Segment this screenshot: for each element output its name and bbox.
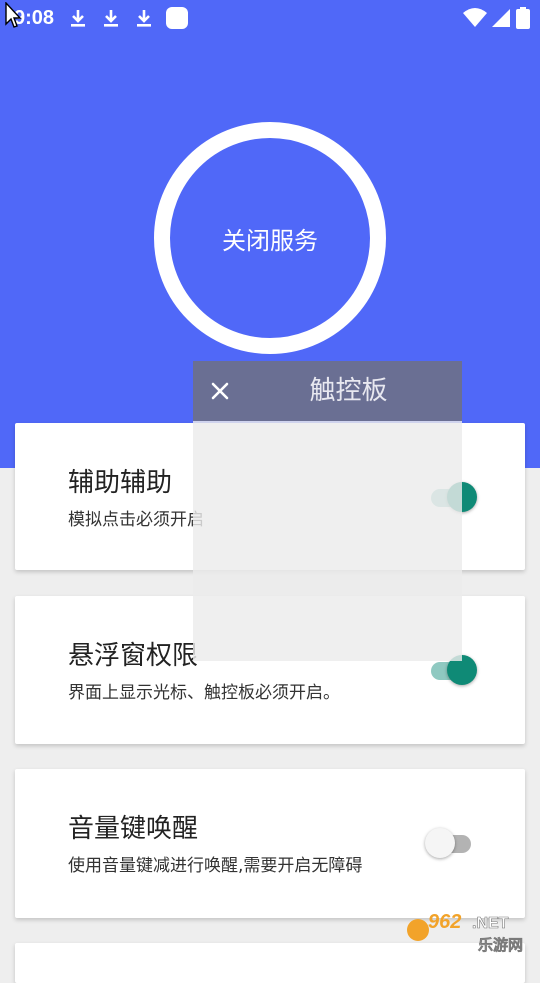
setting-description: 模拟点击必须开启 <box>68 509 204 531</box>
toggle-thumb <box>425 828 455 858</box>
touchpad-header[interactable]: 触控板 <box>193 361 462 421</box>
battery-icon <box>515 6 531 30</box>
svg-text:乐游网: 乐游网 <box>478 936 523 954</box>
toggle-service-label: 关闭服务 <box>222 221 318 256</box>
mouse-cursor-icon <box>4 2 22 30</box>
volume-wake-toggle[interactable] <box>423 826 479 860</box>
setting-title: 辅助辅助 <box>68 467 172 499</box>
status-bar: 9:08 <box>0 0 540 36</box>
signal-icon <box>490 6 512 30</box>
touchpad-title: 触控板 <box>193 361 462 421</box>
setting-card-volume-wake: 音量键唤醒 使用音量键减进行唤醒,需要开启无障碍 <box>15 769 525 918</box>
touchpad-surface[interactable] <box>193 421 462 661</box>
svg-text:962: 962 <box>428 911 461 933</box>
download-icon <box>101 8 121 28</box>
wifi-icon <box>462 6 488 30</box>
app-square-icon <box>166 7 188 29</box>
setting-description: 使用音量键减进行唤醒,需要开启无障碍 <box>68 855 362 877</box>
download-icon <box>68 8 88 28</box>
touchpad-overlay[interactable]: 触控板 <box>193 361 462 661</box>
svg-text:.NET: .NET <box>472 915 509 932</box>
setting-description: 界面上显示光标、触控板必须开启。 <box>68 682 340 704</box>
setting-title: 音量键唤醒 <box>68 813 198 845</box>
watermark-logo: 962 .NET 乐游网 <box>404 904 536 956</box>
toggle-service-button[interactable]: 关闭服务 <box>154 122 386 354</box>
setting-title: 悬浮窗权限 <box>68 640 198 672</box>
download-icon <box>134 8 154 28</box>
